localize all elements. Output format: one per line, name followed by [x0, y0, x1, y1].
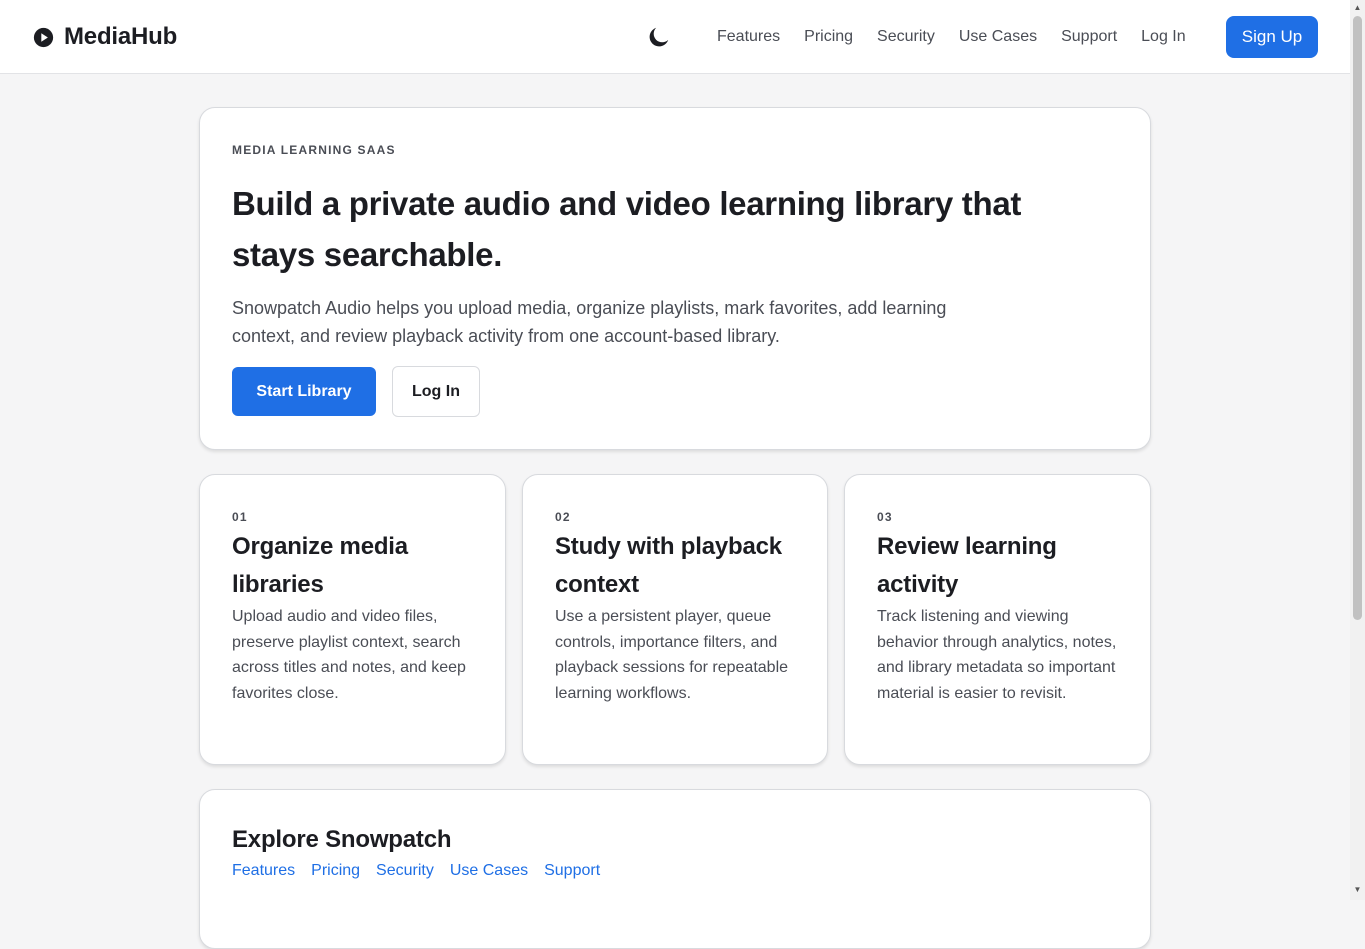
sign-up-button[interactable]: Sign Up [1226, 16, 1318, 58]
feature-title: Organize media libraries [232, 533, 408, 598]
page-scrollbar[interactable]: ▲ ▼ [1350, 0, 1365, 900]
explore-card: Explore Snowpatch Features Pricing Secur… [199, 789, 1151, 949]
brand-logo[interactable]: MediaHub [33, 22, 177, 52]
feature-description: Upload audio and video files, preserve p… [232, 608, 466, 702]
feature-number: 01 [232, 510, 248, 524]
nav-link-features[interactable]: Features [717, 28, 780, 46]
moon-icon [649, 27, 669, 47]
hero-eyebrow: MEDIA LEARNING SAAS [232, 143, 396, 157]
brand-name: MediaHub [64, 23, 178, 50]
nav-link-security[interactable]: Security [877, 28, 935, 46]
feature-title: Study with playback context [555, 533, 782, 598]
explore-link-features[interactable]: Features [232, 862, 295, 880]
nav-link-use-cases[interactable]: Use Cases [959, 28, 1037, 46]
feature-description: Use a persistent player, queue controls,… [555, 608, 789, 702]
play-circle-icon [33, 27, 54, 47]
explore-links: Features Pricing Security Use Cases Supp… [232, 862, 616, 880]
main-nav: Features Pricing Security Use Cases Supp… [705, 16, 1198, 58]
feature-card: 02 Study with playback context Use a per… [522, 474, 828, 765]
feature-description: Track listening and viewing behavior thr… [877, 608, 1117, 702]
hero-card: MEDIA LEARNING SAAS Build a private audi… [199, 107, 1151, 450]
nav-link-pricing[interactable]: Pricing [804, 28, 853, 46]
explore-title: Explore Snowpatch [232, 826, 452, 853]
hero-title: Build a private audio and video learning… [232, 185, 1022, 273]
explore-link-support[interactable]: Support [544, 862, 600, 880]
theme-toggle-button[interactable] [646, 24, 672, 50]
feature-number: 02 [555, 510, 571, 524]
explore-link-pricing[interactable]: Pricing [311, 862, 360, 880]
feature-card: 01 Organize media libraries Upload audio… [199, 474, 506, 765]
explore-link-security[interactable]: Security [376, 862, 434, 880]
feature-title: Review learning activity [877, 533, 1057, 598]
nav-link-log-in[interactable]: Log In [1141, 28, 1185, 46]
scroll-down-arrow-icon[interactable]: ▼ [1353, 886, 1362, 894]
hero-description: Snowpatch Audio helps you upload media, … [232, 298, 947, 346]
feature-number: 03 [877, 510, 893, 524]
start-library-button[interactable]: Start Library [232, 367, 376, 416]
nav-link-support[interactable]: Support [1061, 28, 1117, 46]
explore-link-use-cases[interactable]: Use Cases [450, 862, 528, 880]
feature-card: 03 Review learning activity Track listen… [844, 474, 1151, 765]
top-navigation-bar: MediaHub Features Pricing Security Use C… [0, 0, 1350, 74]
hero-log-in-button[interactable]: Log In [392, 366, 480, 417]
scrollbar-thumb[interactable] [1353, 16, 1362, 620]
scroll-up-arrow-icon[interactable]: ▲ [1353, 4, 1362, 12]
